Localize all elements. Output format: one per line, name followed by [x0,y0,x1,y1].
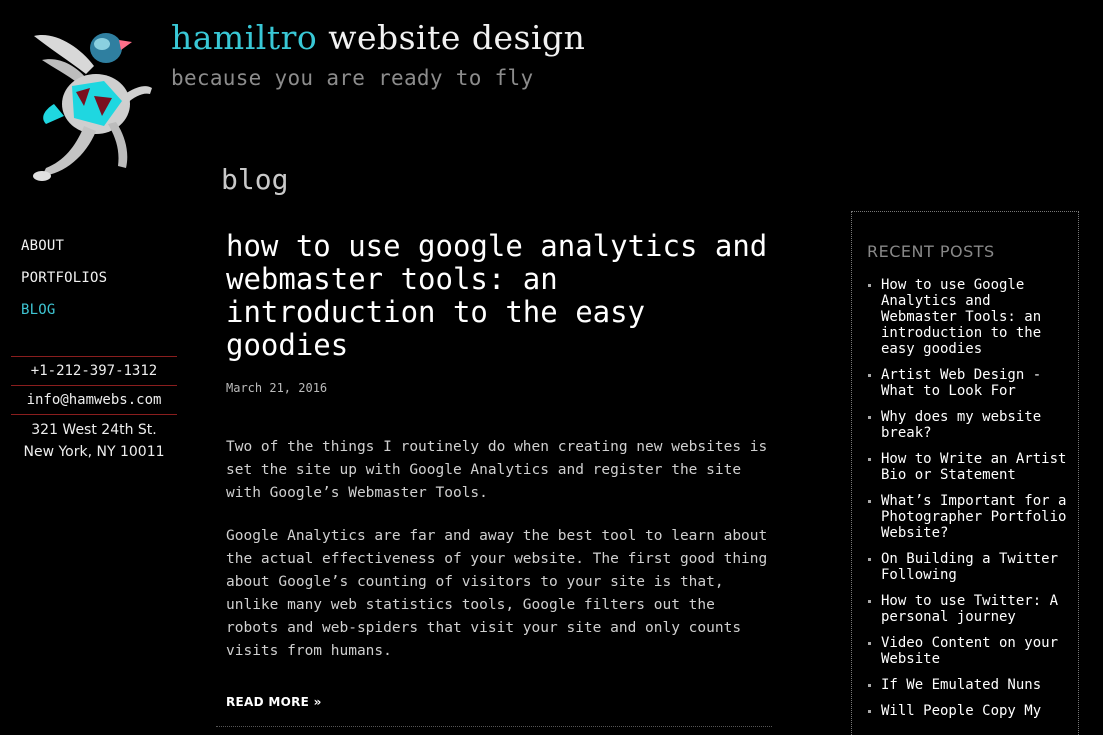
recent-post-item: If We Emulated Nuns [866,677,1070,693]
recent-posts-widget: RECENT POSTS How to use Google Analytics… [851,211,1079,735]
recent-post-item: Why does my website break? [866,409,1070,441]
contact-address: 321 West 24th St. New York, NY 10011 [11,414,177,463]
contact-phone[interactable]: +1-212-397-1312 [11,356,177,385]
recent-post-item: How to use Google Analytics and Webmaste… [866,277,1070,357]
nav-item-blog[interactable]: BLOG [21,300,107,332]
nav-item-portfolios[interactable]: PORTFOLIOS [21,268,107,300]
recent-post-link[interactable]: What’s Important for a Photographer Port… [881,493,1066,541]
post-paragraph-2: Google Analytics are far and away the be… [226,528,768,659]
post-divider [216,726,772,727]
address-line-1: 321 West 24th St. [31,422,157,438]
recent-post-item: Video Content on your Website [866,635,1070,667]
site-title-rest[interactable]: website design [317,18,585,57]
recent-post-link[interactable]: How to use Twitter: A personal journey [881,593,1058,625]
address-line-2: New York, NY 10011 [23,444,165,460]
page-title: blog [221,163,289,196]
contact-block: +1-212-397-1312 info@hamwebs.com 321 Wes… [11,356,177,463]
recent-post-link[interactable]: On Building a Twitter Following [881,551,1058,583]
recent-post-item: Will People Copy My [866,703,1070,719]
read-more-link[interactable]: READ MORE » [226,695,322,709]
blog-post: how to use google analytics and webmaste… [226,230,774,710]
recent-post-link[interactable]: How to use Google Analytics and Webmaste… [881,277,1041,357]
flying-figure-logo-icon[interactable] [24,26,156,186]
recent-post-link[interactable]: If We Emulated Nuns [881,677,1041,693]
recent-post-link[interactable]: Why does my website break? [881,409,1041,441]
site-title[interactable]: hamiltro website design [171,18,585,57]
recent-post-link[interactable]: Will People Copy My [881,703,1041,719]
recent-posts-list: How to use Google Analytics and Webmaste… [866,277,1070,729]
recent-post-item: How to Write an Artist Bio or Statement [866,451,1070,483]
main-nav: ABOUT PORTFOLIOS BLOG [21,236,107,332]
recent-post-link[interactable]: Artist Web Design - What to Look For [881,367,1041,399]
nav-item-about[interactable]: ABOUT [21,236,107,268]
recent-post-item: How to use Twitter: A personal journey [866,593,1070,625]
recent-post-item: Artist Web Design - What to Look For [866,367,1070,399]
site-brand-name[interactable]: hamiltro [171,18,317,57]
post-paragraph-1: Two of the things I routinely do when cr… [226,439,768,501]
recent-post-item: What’s Important for a Photographer Port… [866,493,1070,541]
contact-email[interactable]: info@hamwebs.com [11,385,177,414]
site-tagline: because you are ready to fly [171,66,534,90]
post-date: March 21, 2016 [226,381,328,395]
recent-post-link[interactable]: How to Write an Artist Bio or Statement [881,451,1066,483]
recent-posts-heading: RECENT POSTS [867,242,995,261]
post-title[interactable]: how to use google analytics and webmaste… [226,230,774,362]
recent-post-link[interactable]: Video Content on your Website [881,635,1058,667]
recent-post-item: On Building a Twitter Following [866,551,1070,583]
